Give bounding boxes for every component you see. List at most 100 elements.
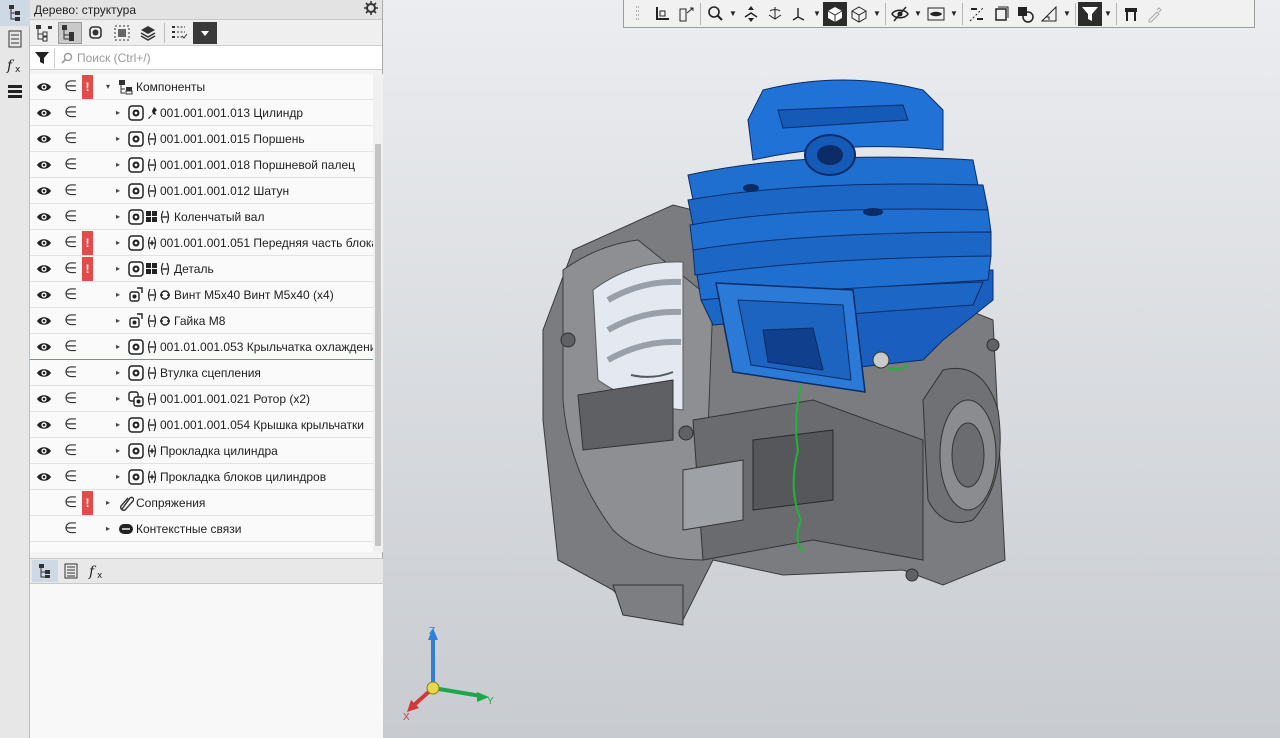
include-in-calc-icon[interactable]: ∈ bbox=[64, 442, 78, 460]
include-in-calc-icon[interactable]: ∈ bbox=[64, 494, 78, 512]
warning-badge-icon[interactable]: ! bbox=[82, 257, 93, 281]
expand-arrow-icon[interactable]: ▸ bbox=[106, 525, 114, 533]
tree-view-components-icon[interactable] bbox=[84, 22, 108, 44]
include-in-calc-icon[interactable]: ∈ bbox=[64, 104, 78, 122]
tree-row[interactable]: ∈ ▸ 001.001.001.013 Цилиндр bbox=[30, 100, 373, 126]
visibility-eye-icon[interactable] bbox=[36, 340, 52, 354]
tree-row[interactable]: ∈ ▸ Втулка сцепления bbox=[30, 360, 373, 386]
visibility-eye-icon[interactable] bbox=[36, 470, 52, 484]
bottom-tree-tab-icon[interactable] bbox=[32, 560, 58, 582]
gear-icon[interactable] bbox=[364, 1, 378, 18]
visibility-eye-icon[interactable] bbox=[36, 106, 52, 120]
tree-view-tree-icon[interactable] bbox=[58, 21, 82, 44]
tree-row[interactable]: ∈ ▸ 001.001.001.054 Крышка крыльчатки bbox=[30, 412, 373, 438]
visibility-eye-icon[interactable] bbox=[36, 418, 52, 432]
search-input[interactable]: Поиск (Ctrl+/) bbox=[54, 47, 382, 68]
expand-arrow-icon[interactable]: ▸ bbox=[116, 265, 124, 273]
visibility-eye-icon[interactable] bbox=[36, 236, 52, 250]
collapse-arrow-icon[interactable]: ▾ bbox=[106, 83, 114, 91]
tree-row[interactable]: ∈ ▸ Прокладка блоков цилиндров bbox=[30, 464, 373, 490]
tree-row[interactable]: ∈ ▸ 001.001.001.021 Ротор (x2) bbox=[30, 386, 373, 412]
engine-assembly-model[interactable] bbox=[383, 0, 1280, 738]
tree-item-label: Компоненты bbox=[136, 80, 206, 94]
tree-view-structure-icon[interactable] bbox=[32, 22, 56, 44]
include-in-calc-icon[interactable]: ∈ bbox=[64, 468, 78, 486]
tree-row[interactable]: ∈ ▸ 001.01.001.053 Крыльчатка охлаждения bbox=[30, 334, 383, 360]
include-in-calc-icon[interactable]: ∈ bbox=[64, 130, 78, 148]
part-icon bbox=[128, 261, 144, 277]
include-in-calc-icon[interactable]: ∈ bbox=[64, 416, 78, 434]
part-icon bbox=[128, 443, 144, 459]
tree-row[interactable]: ∈ ▸ Коленчатый вал bbox=[30, 204, 373, 230]
expand-arrow-icon[interactable]: ▸ bbox=[116, 369, 124, 377]
visibility-eye-icon[interactable] bbox=[36, 392, 52, 406]
expand-arrow-icon[interactable]: ▸ bbox=[116, 239, 124, 247]
bottom-variables-tab-icon[interactable]: fx bbox=[84, 560, 110, 582]
warning-badge-icon[interactable]: ! bbox=[82, 491, 93, 515]
expand-arrow-icon[interactable]: ▸ bbox=[116, 161, 124, 169]
include-in-calc-icon[interactable]: ∈ bbox=[64, 312, 78, 330]
include-in-calc-icon[interactable]: ∈ bbox=[64, 156, 78, 174]
tree-display-mode-icon[interactable] bbox=[167, 22, 191, 44]
tree-row[interactable]: ∈! ▸ Сопряжения bbox=[30, 490, 373, 516]
include-in-calc-icon[interactable]: ∈ bbox=[64, 338, 78, 356]
tree-view-selection-icon[interactable] bbox=[110, 22, 134, 44]
tree-structure-tab-icon[interactable] bbox=[0, 0, 30, 26]
tree-display-dropdown-icon[interactable] bbox=[193, 21, 217, 44]
expand-arrow-icon[interactable]: ▸ bbox=[116, 109, 124, 117]
variables-tab-icon[interactable]: fx bbox=[0, 52, 30, 78]
visibility-eye-icon[interactable] bbox=[36, 366, 52, 380]
include-in-calc-icon[interactable]: ∈ bbox=[64, 286, 78, 304]
visibility-eye-icon[interactable] bbox=[36, 210, 52, 224]
include-in-calc-icon[interactable]: ∈ bbox=[64, 234, 78, 252]
tree-view-layers-icon[interactable] bbox=[136, 22, 160, 44]
tree-row[interactable]: ∈ ▸ Прокладка цилиндра bbox=[30, 438, 373, 464]
include-in-calc-icon[interactable]: ∈ bbox=[64, 390, 78, 408]
tree-row[interactable]: ∈ ▸ 001.001.001.015 Поршень bbox=[30, 126, 373, 152]
include-in-calc-icon[interactable]: ∈ bbox=[64, 208, 78, 226]
tree-row[interactable]: ∈! ▸ Деталь bbox=[30, 256, 373, 282]
properties-tab-icon[interactable] bbox=[0, 26, 30, 52]
visibility-eye-icon[interactable] bbox=[36, 132, 52, 146]
tree-row[interactable]: ∈! ▸ 001.001.001.051 Передняя часть блока bbox=[30, 230, 378, 256]
include-in-calc-icon[interactable]: ∈ bbox=[64, 364, 78, 382]
include-in-calc-icon[interactable]: ∈ bbox=[64, 182, 78, 200]
expand-arrow-icon[interactable]: ▸ bbox=[116, 343, 124, 351]
filter-icon[interactable] bbox=[30, 50, 54, 66]
tree-row[interactable]: ∈ ▸ Контекстные связи bbox=[30, 516, 373, 542]
expand-arrow-icon[interactable]: ▸ bbox=[116, 213, 124, 221]
expand-arrow-icon[interactable]: ▸ bbox=[116, 135, 124, 143]
visibility-eye-icon[interactable] bbox=[36, 288, 52, 302]
expand-arrow-icon[interactable]: ▸ bbox=[116, 421, 124, 429]
tree-row[interactable]: ∈ ▸ Винт М5х40 Винт М5х40 (x4) bbox=[30, 282, 373, 308]
visibility-eye-icon[interactable] bbox=[36, 80, 52, 94]
panel-title: Дерево: структура bbox=[34, 2, 136, 17]
tree-row[interactable]: ∈ ▸ Гайка М8 bbox=[30, 308, 373, 334]
layers-tab-icon[interactable] bbox=[0, 78, 30, 104]
expand-arrow-icon[interactable]: ▸ bbox=[116, 291, 124, 299]
visibility-eye-icon[interactable] bbox=[36, 444, 52, 458]
include-in-calc-icon[interactable]: ∈ bbox=[64, 78, 78, 96]
visibility-eye-icon[interactable] bbox=[36, 158, 52, 172]
visibility-eye-icon[interactable] bbox=[36, 314, 52, 328]
visibility-eye-icon[interactable] bbox=[36, 184, 52, 198]
warning-badge-icon[interactable]: ! bbox=[82, 231, 93, 255]
tree-row[interactable]: ∈! ▾ Компоненты bbox=[30, 74, 373, 100]
expand-arrow-icon[interactable]: ▸ bbox=[106, 499, 114, 507]
expand-arrow-icon[interactable]: ▸ bbox=[116, 473, 124, 481]
include-in-calc-icon[interactable]: ∈ bbox=[64, 260, 78, 278]
expand-arrow-icon[interactable]: ▸ bbox=[116, 395, 124, 403]
3d-viewport[interactable]: ▼ ▼ ▼ ▼ ▼ ▼ ▼ Z Y X bbox=[383, 0, 1280, 738]
tree-row[interactable]: ∈ ▸ 001.001.001.012 Шатун bbox=[30, 178, 373, 204]
expand-arrow-icon[interactable]: ▸ bbox=[116, 187, 124, 195]
tree-scrollbar-thumb[interactable] bbox=[375, 144, 381, 546]
warning-badge-icon[interactable]: ! bbox=[82, 75, 93, 99]
expand-arrow-icon[interactable]: ▸ bbox=[116, 447, 124, 455]
expand-arrow-icon[interactable]: ▸ bbox=[116, 317, 124, 325]
tree-row[interactable]: ∈ ▸ 001.001.001.018 Поршневой палец bbox=[30, 152, 373, 178]
tree-scrollbar[interactable] bbox=[373, 74, 383, 552]
part-icon bbox=[128, 235, 144, 251]
visibility-eye-icon[interactable] bbox=[36, 262, 52, 276]
bottom-properties-tab-icon[interactable] bbox=[58, 560, 84, 582]
include-in-calc-icon[interactable]: ∈ bbox=[64, 520, 78, 538]
